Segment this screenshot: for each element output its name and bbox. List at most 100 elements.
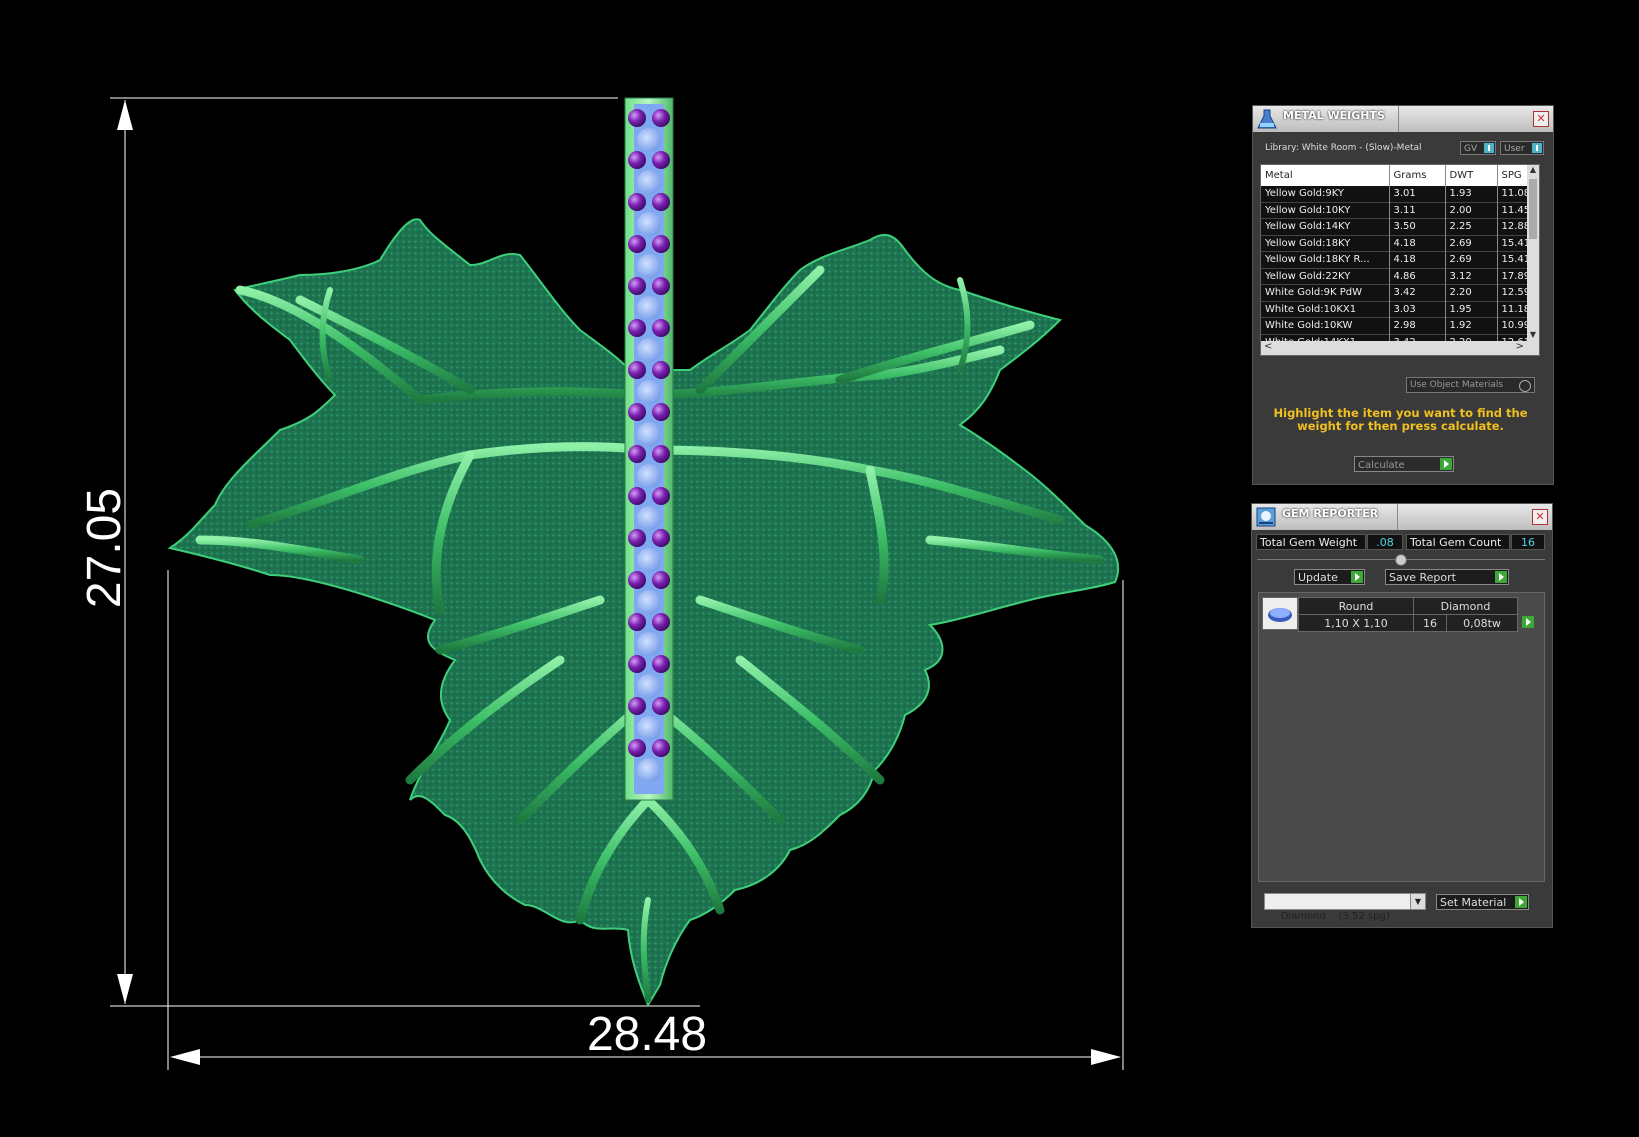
scroll-up-icon[interactable]: ▲ bbox=[1527, 165, 1539, 177]
gem-reporter-panel: GEM REPORTER ✕ Total Gem Weight .08 Tota… bbox=[1251, 503, 1553, 928]
horizontal-scrollbar[interactable]: < > bbox=[1261, 341, 1527, 355]
prong-bead bbox=[652, 151, 670, 169]
center-stone bbox=[637, 128, 661, 152]
splitter-handle-icon[interactable] bbox=[1395, 554, 1407, 566]
library-label: Library: White Room - (Slow)-Metal bbox=[1265, 143, 1422, 153]
center-stone bbox=[637, 212, 661, 236]
center-stone bbox=[637, 464, 661, 488]
gem-thumbnail bbox=[1262, 597, 1298, 630]
center-stone bbox=[637, 506, 661, 530]
center-stone bbox=[637, 674, 661, 698]
prong-bead bbox=[652, 613, 670, 631]
toggle-icon bbox=[1532, 143, 1542, 153]
use-object-materials-toggle[interactable]: Use Object Materials bbox=[1406, 377, 1535, 393]
dwt-cell: 2.25 bbox=[1445, 218, 1498, 235]
dwt-cell: 2.20 bbox=[1445, 284, 1498, 301]
metal-table: Metal Grams DWT SPG Yellow Gold:9KY 3.01 1… bbox=[1261, 165, 1534, 355]
scroll-left-icon[interactable]: < bbox=[1264, 341, 1272, 352]
close-icon[interactable]: ✕ bbox=[1533, 111, 1549, 127]
prong-bead bbox=[628, 697, 646, 715]
toggle-icon bbox=[1519, 380, 1531, 392]
play-icon bbox=[1522, 616, 1534, 628]
dwt-cell: 1.92 bbox=[1445, 317, 1498, 334]
play-icon bbox=[1351, 571, 1363, 583]
metal-weights-panel: METAL WEIGHTS ✕ Library: White Room - (S… bbox=[1252, 105, 1554, 485]
calculate-button[interactable]: Calculate bbox=[1354, 456, 1454, 472]
table-row[interactable]: White Gold:10KX1 3.03 1.95 11.18 bbox=[1261, 301, 1534, 318]
table-row[interactable]: Yellow Gold:18KY 4.18 2.69 15.41 bbox=[1261, 235, 1534, 252]
prong-bead bbox=[628, 277, 646, 295]
gem-table: Round Diamond 1,10 X 1,10 16 0,08tw bbox=[1298, 597, 1518, 632]
gem-count: 16 bbox=[1413, 614, 1447, 632]
gem-reporter-title: GEM REPORTER bbox=[1282, 507, 1379, 520]
prong-bead bbox=[652, 739, 670, 757]
prong-bead bbox=[628, 403, 646, 421]
prong-bead bbox=[628, 739, 646, 757]
center-stone bbox=[637, 254, 661, 278]
column-header-dwt[interactable]: DWT bbox=[1445, 165, 1498, 186]
metal-name-cell: Yellow Gold:14KY bbox=[1261, 218, 1390, 235]
table-row[interactable]: Yellow Gold:10KY 3.11 2.00 11.45 bbox=[1261, 202, 1534, 219]
prong-bead bbox=[652, 235, 670, 253]
total-gem-count-value: 16 bbox=[1511, 534, 1545, 550]
prong-bead bbox=[628, 487, 646, 505]
column-header-grams[interactable]: Grams bbox=[1389, 165, 1446, 186]
grams-cell: 2.98 bbox=[1389, 317, 1446, 334]
grams-cell: 4.18 bbox=[1389, 251, 1446, 268]
metal-table-container[interactable]: Metal Grams DWT SPG Yellow Gold:9KY 3.01 1… bbox=[1260, 164, 1540, 356]
prong-bead bbox=[628, 529, 646, 547]
scroll-right-icon[interactable]: > bbox=[1516, 341, 1524, 352]
prong-bead bbox=[652, 529, 670, 547]
prong-bead bbox=[628, 571, 646, 589]
vertical-scrollbar[interactable]: ▲ ▼ bbox=[1527, 165, 1539, 355]
prong-bead bbox=[652, 445, 670, 463]
metal-name-cell: White Gold:9K PdW bbox=[1261, 284, 1390, 301]
center-stone bbox=[637, 590, 661, 614]
table-row[interactable]: White Gold:10KW 2.98 1.92 10.99 bbox=[1261, 317, 1534, 334]
center-stone bbox=[637, 380, 661, 404]
table-row[interactable]: Yellow Gold:18KY R... 4.18 2.69 15.41 bbox=[1261, 251, 1534, 268]
width-dimension: 28.48 bbox=[587, 1008, 707, 1061]
gem-list[interactable]: Round Diamond 1,10 X 1,10 16 0,08tw bbox=[1258, 592, 1545, 882]
metal-name-cell: White Gold:10KX1 bbox=[1261, 301, 1390, 318]
center-stone bbox=[637, 170, 661, 194]
center-stone bbox=[637, 548, 661, 572]
table-row[interactable]: Yellow Gold:14KY 3.50 2.25 12.88 bbox=[1261, 218, 1534, 235]
save-report-button[interactable]: Save Report bbox=[1385, 569, 1509, 585]
prong-bead bbox=[652, 319, 670, 337]
prong-bead bbox=[652, 697, 670, 715]
play-icon bbox=[1440, 458, 1452, 470]
dwt-cell: 2.69 bbox=[1445, 235, 1498, 252]
gem-row-go-button[interactable] bbox=[1519, 616, 1534, 631]
table-row[interactable]: White Gold:9K PdW 3.42 2.20 12.59 bbox=[1261, 284, 1534, 301]
material-select[interactable]: Diamond (3,52 spg) ▼ bbox=[1264, 893, 1426, 922]
prong-bead bbox=[628, 319, 646, 337]
gv-toggle[interactable]: GV bbox=[1460, 141, 1496, 155]
metal-name-cell: Yellow Gold:10KY bbox=[1261, 202, 1390, 219]
grams-cell: 3.50 bbox=[1389, 218, 1446, 235]
metal-name-cell: White Gold:10KW bbox=[1261, 317, 1390, 334]
scroll-thumb[interactable] bbox=[1529, 179, 1537, 239]
metal-weights-titlebar[interactable]: METAL WEIGHTS ✕ bbox=[1253, 106, 1553, 132]
prong-bead bbox=[628, 361, 646, 379]
gem-size: 1,10 X 1,10 bbox=[1298, 614, 1414, 632]
prong-bead bbox=[652, 487, 670, 505]
total-gem-weight-label: Total Gem Weight bbox=[1256, 534, 1366, 550]
gem-type: Diamond bbox=[1413, 597, 1518, 615]
close-icon[interactable]: ✕ bbox=[1532, 509, 1548, 525]
table-row[interactable]: Yellow Gold:22KY 4.86 3.12 17.89 bbox=[1261, 268, 1534, 285]
table-row[interactable]: Yellow Gold:9KY 3.01 1.93 11.08 bbox=[1261, 186, 1534, 202]
flask-icon bbox=[1257, 109, 1277, 129]
leaf-pendant[interactable] bbox=[167, 97, 1120, 1008]
scroll-down-icon[interactable]: ▼ bbox=[1527, 330, 1539, 339]
grams-cell: 3.42 bbox=[1389, 284, 1446, 301]
gem-reporter-titlebar[interactable]: GEM REPORTER ✕ bbox=[1252, 504, 1552, 530]
prong-bead bbox=[628, 613, 646, 631]
update-button[interactable]: Update bbox=[1294, 569, 1365, 585]
chevron-down-icon[interactable]: ▼ bbox=[1410, 894, 1425, 909]
set-material-button[interactable]: Set Material bbox=[1436, 894, 1529, 910]
column-header-metal[interactable]: Metal bbox=[1261, 165, 1390, 186]
user-toggle[interactable]: User bbox=[1500, 141, 1544, 155]
metal-weights-title: METAL WEIGHTS bbox=[1283, 109, 1385, 122]
prong-bead bbox=[652, 403, 670, 421]
